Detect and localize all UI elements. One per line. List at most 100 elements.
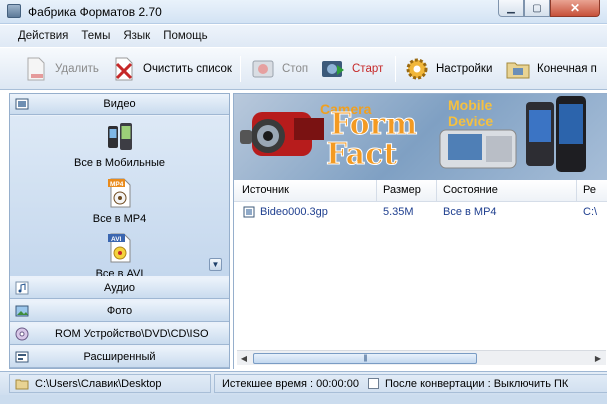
stop-icon <box>250 56 276 82</box>
menu-themes[interactable]: Темы <box>81 30 110 42</box>
music-note-icon <box>15 281 29 295</box>
start-label: Старт <box>352 63 384 75</box>
settings-button[interactable]: Настройки <box>404 53 492 85</box>
camcorder-image <box>240 112 324 156</box>
category-label: Аудио <box>103 282 136 294</box>
horizontal-scrollbar[interactable]: ◀ ||| ▶ <box>237 350 606 365</box>
folder-icon <box>15 378 29 390</box>
picture-icon <box>15 304 29 318</box>
format-label: Все в AVI <box>95 268 144 276</box>
column-divider[interactable] <box>576 180 577 202</box>
tools-icon <box>15 350 29 364</box>
column-size[interactable]: Размер <box>383 184 421 196</box>
disc-icon <box>15 327 29 341</box>
toolbar-separator <box>240 56 241 82</box>
category-label: ROM Устройство\DVD\CD\ISO <box>55 328 209 340</box>
start-icon <box>320 56 346 82</box>
clear-list-icon <box>111 56 137 82</box>
category-rom-device[interactable]: ROM Устройство\DVD\CD\ISO <box>10 324 229 345</box>
title-bar: Фабрика Форматов 2.70 ▁ ▢ ✕ <box>0 0 607 24</box>
format-label: Все в Мобильные <box>73 157 165 169</box>
file-icon <box>243 206 255 218</box>
file-table: Источник Размер Состояние Ре Bideo000.3g… <box>234 180 607 348</box>
banner-mobile-label: Mobile <box>448 97 493 113</box>
table-header: Источник Размер Состояние Ре <box>234 180 607 202</box>
maximize-icon: ▢ <box>532 2 542 14</box>
mp4-file-icon: MP4 <box>103 176 137 210</box>
window-bottom-edge <box>0 395 607 404</box>
category-label: Фото <box>106 305 133 317</box>
avi-file-icon: AVI <box>103 231 137 265</box>
video-format-list: Все в Мобильные MP4 Все в MP4 AVI Все в … <box>10 116 229 276</box>
menu-language[interactable]: Язык <box>123 30 150 42</box>
main-panel: Camera Form Fact Mobile Device Источник … <box>233 93 607 369</box>
gear-icon <box>404 56 430 82</box>
stop-label: Стоп <box>282 63 309 75</box>
scroll-down-button[interactable]: ▼ <box>209 258 222 271</box>
category-advanced[interactable]: Расширенный <box>10 347 229 368</box>
status-bar: C:\Users\Славик\Desktop Истекшее время :… <box>0 371 607 395</box>
video-category-icon <box>15 97 29 111</box>
category-label: Видео <box>103 98 136 110</box>
elapsed-time: Истекшее время : 00:00:00 <box>222 377 359 390</box>
mobile-phone-icon <box>103 120 137 154</box>
scroll-thumb[interactable]: ||| <box>253 353 477 364</box>
column-divider[interactable] <box>376 180 377 202</box>
status-info: Истекшее время : 00:00:00 После конверта… <box>214 374 607 393</box>
row-size: 5.35M <box>383 206 414 218</box>
output-path-text: C:\Users\Славик\Desktop <box>35 377 162 390</box>
folder-icon <box>505 56 531 82</box>
toolbar-separator <box>395 56 396 82</box>
category-video[interactable]: Видео <box>10 94 229 115</box>
toolbar: Удалить Очистить список Стоп Старт Настр… <box>0 48 607 90</box>
category-label: Расширенный <box>83 351 156 363</box>
menu-actions[interactable]: Действия <box>18 30 68 42</box>
category-audio[interactable]: Аудио <box>10 278 229 299</box>
format-all-to-mobile[interactable]: Все в Мобильные <box>10 120 229 169</box>
menu-bar: Действия Темы Язык Помощь <box>0 25 607 47</box>
output-folder-button[interactable]: Конечная п <box>505 53 597 85</box>
row-source: Bideo000.3gp <box>260 206 328 218</box>
maximize-button[interactable]: ▢ <box>524 0 550 17</box>
shutdown-checkbox[interactable] <box>367 378 379 389</box>
output-path[interactable]: C:\Users\Славик\Desktop <box>9 374 211 393</box>
chevron-down-icon: ▼ <box>211 260 220 269</box>
app-icon <box>7 4 21 18</box>
scroll-right-icon[interactable]: ▶ <box>592 353 604 364</box>
grip-icon: ||| <box>363 355 368 362</box>
start-button[interactable]: Старт <box>320 53 383 85</box>
column-result[interactable]: Ре <box>583 184 596 196</box>
minimize-icon: ▁ <box>507 2 515 14</box>
close-button[interactable]: ✕ <box>550 0 600 17</box>
mp4-badge-label: MP4 <box>110 181 124 188</box>
minimize-button[interactable]: ▁ <box>498 0 524 17</box>
banner-word-2: Fact <box>326 137 397 172</box>
promo-banner: Camera Form Fact Mobile Device <box>234 94 607 180</box>
scroll-left-icon[interactable]: ◀ <box>238 353 250 364</box>
format-all-to-mp4[interactable]: MP4 Все в MP4 <box>10 176 229 225</box>
column-divider[interactable] <box>436 180 437 202</box>
clear-list-button[interactable]: Очистить список <box>111 53 232 85</box>
close-icon: ✕ <box>569 1 581 15</box>
column-source[interactable]: Источник <box>242 184 289 196</box>
table-row[interactable]: Bideo000.3gp 5.35M Все в MP4 C:\ <box>234 204 607 222</box>
menu-help[interactable]: Помощь <box>163 30 207 42</box>
clear-list-label: Очистить список <box>143 63 232 75</box>
avi-badge-label: AVI <box>111 236 122 243</box>
banner-device-label: Device <box>448 113 493 129</box>
document-icon <box>23 56 49 82</box>
window-title: Фабрика Форматов 2.70 <box>28 5 162 19</box>
settings-label: Настройки <box>436 63 493 75</box>
column-status[interactable]: Состояние <box>443 184 498 196</box>
format-label: Все в MP4 <box>92 213 147 225</box>
format-all-to-avi[interactable]: AVI Все в AVI <box>10 231 229 276</box>
delete-button[interactable]: Удалить <box>23 53 99 85</box>
row-result: C:\ <box>583 206 598 218</box>
after-conversion-label: После конвертации : Выключить ПК <box>384 377 569 390</box>
banner-graphic: Camera Form Fact Mobile Device <box>240 96 586 173</box>
category-photo[interactable]: Фото <box>10 301 229 322</box>
output-folder-label: Конечная п <box>537 63 597 75</box>
category-panel: Видео Все в Мобильные MP4 Все в MP4 AVI … <box>9 93 230 369</box>
delete-label: Удалить <box>55 63 99 75</box>
stop-button[interactable]: Стоп <box>250 53 308 85</box>
